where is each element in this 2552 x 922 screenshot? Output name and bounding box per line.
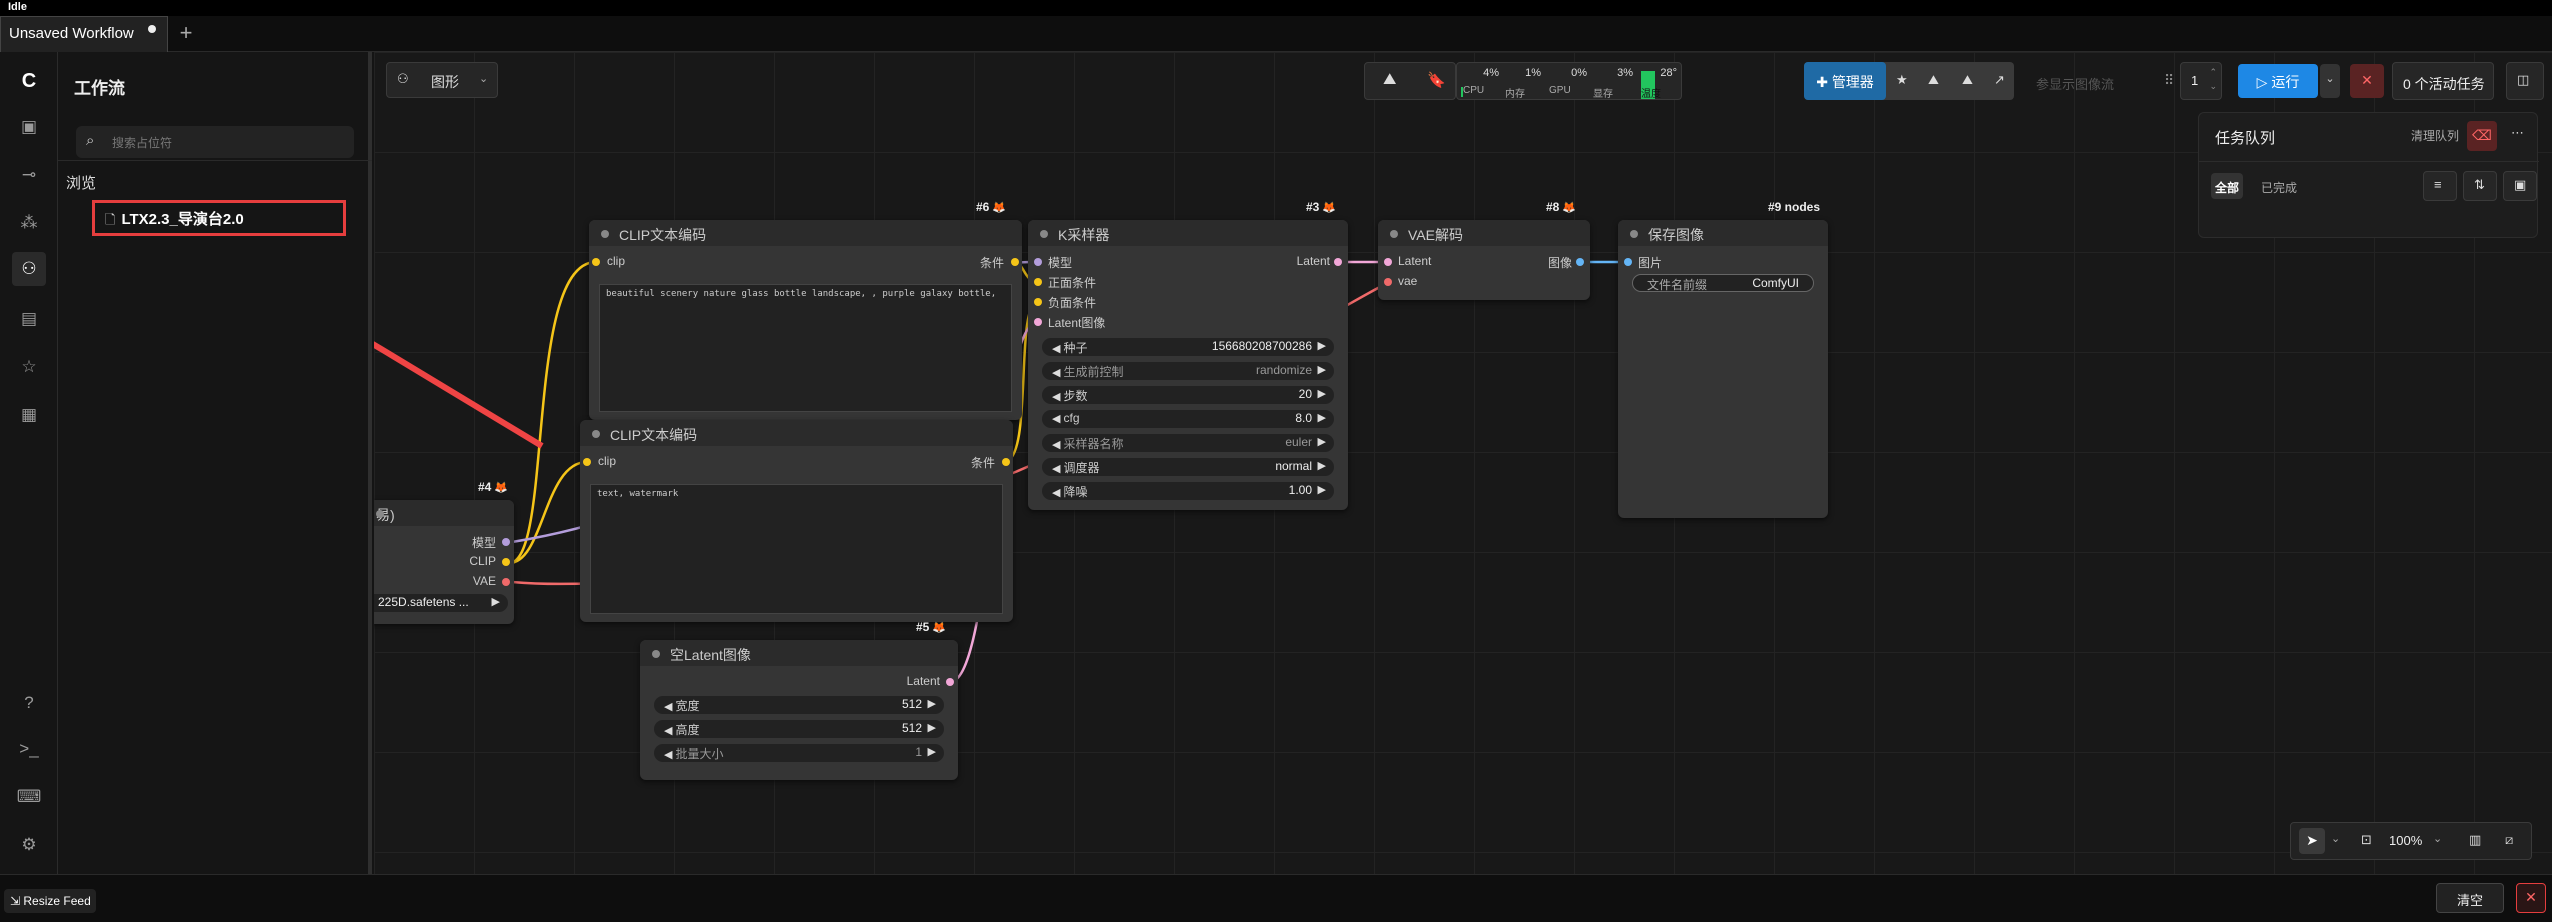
comfy-logo-icon[interactable]: C xyxy=(12,64,46,98)
tab-completed[interactable]: 已完成 xyxy=(2261,179,2297,196)
clear-queue-label: 清理队列 xyxy=(2411,129,2460,143)
queue-icon[interactable]: ▦ xyxy=(12,398,46,432)
workflows-icon[interactable]: ⚇ xyxy=(12,252,46,286)
search-icon: ⌕ xyxy=(86,132,95,149)
sidebar-icon-bar: C ▣ ⊸ ⁂ ⚇ ▤ ☆ ▦ ? >_ ⌨ ⚙ xyxy=(0,52,58,874)
gallery-icon[interactable]: ▣ xyxy=(2503,171,2537,201)
divider xyxy=(2199,161,2539,162)
favorites-icon[interactable]: ☆ xyxy=(12,350,46,384)
tab-bar: Unsaved Workflow + xyxy=(0,16,2552,52)
resize-label: Resize Feed xyxy=(23,894,91,908)
close-icon[interactable]: ✕ xyxy=(2516,883,2546,913)
help-icon[interactable]: ? xyxy=(12,686,46,720)
tab-all[interactable]: 全部 xyxy=(2211,173,2243,199)
models-icon[interactable]: ⊸ xyxy=(12,158,46,192)
settings-gear-icon[interactable]: ⚙ xyxy=(12,828,46,862)
file-icon: 🗋 xyxy=(105,212,116,227)
resize-icon: ⇲ xyxy=(10,894,24,908)
templates-icon[interactable]: ▤ xyxy=(12,302,46,336)
filter-icon[interactable]: ≡ xyxy=(2423,171,2457,201)
search-placeholder: 搜索占位符 xyxy=(112,136,173,150)
browse-heading: 浏览 xyxy=(66,175,97,192)
resize-feed-button[interactable]: ⇲ Resize Feed xyxy=(4,889,96,913)
tab-unsaved-workflow[interactable]: Unsaved Workflow xyxy=(0,16,168,52)
queue-title: 任务队列 xyxy=(2215,130,2276,147)
more-options-icon[interactable]: ⋯ xyxy=(2511,125,2524,141)
status-bar: Idle xyxy=(0,0,2552,16)
clear-button[interactable]: 清空 xyxy=(2436,883,2504,913)
workflow-item-label: LTX2.3_导演台2.0 xyxy=(121,211,244,228)
status-text: Idle xyxy=(8,1,27,13)
tab-label: Unsaved Workflow xyxy=(9,25,134,42)
workflow-item-ltx[interactable]: 🗋 LTX2.3_导演台2.0 xyxy=(92,200,346,236)
unsaved-dot-icon xyxy=(147,25,156,33)
new-tab-button[interactable]: + xyxy=(174,20,198,48)
workflows-panel: 工作流 ⌕ 搜索占位符 浏览 🗋 LTX2.3_导演台2.0 xyxy=(58,52,372,874)
nodes-library-icon[interactable]: ⁂ xyxy=(12,206,46,240)
clear-queue-button[interactable]: ⌫ xyxy=(2467,121,2497,151)
divider xyxy=(58,160,372,161)
terminal-icon[interactable]: >_ xyxy=(12,732,46,766)
panel-title: 工作流 xyxy=(74,79,125,98)
keyboard-icon[interactable]: ⌨ xyxy=(12,780,46,814)
task-queue-panel: 任务队列 清理队列 ⌫ ⋯ 全部 已完成 ≡ ⇅ ▣ xyxy=(2198,112,2539,238)
bottom-bar: ⇲ Resize Feed 清空 ✕ xyxy=(0,874,2552,922)
images-icon[interactable]: ▣ xyxy=(12,110,46,144)
search-input[interactable]: ⌕ 搜索占位符 xyxy=(76,126,354,158)
sort-icon[interactable]: ⇅ xyxy=(2463,171,2497,201)
